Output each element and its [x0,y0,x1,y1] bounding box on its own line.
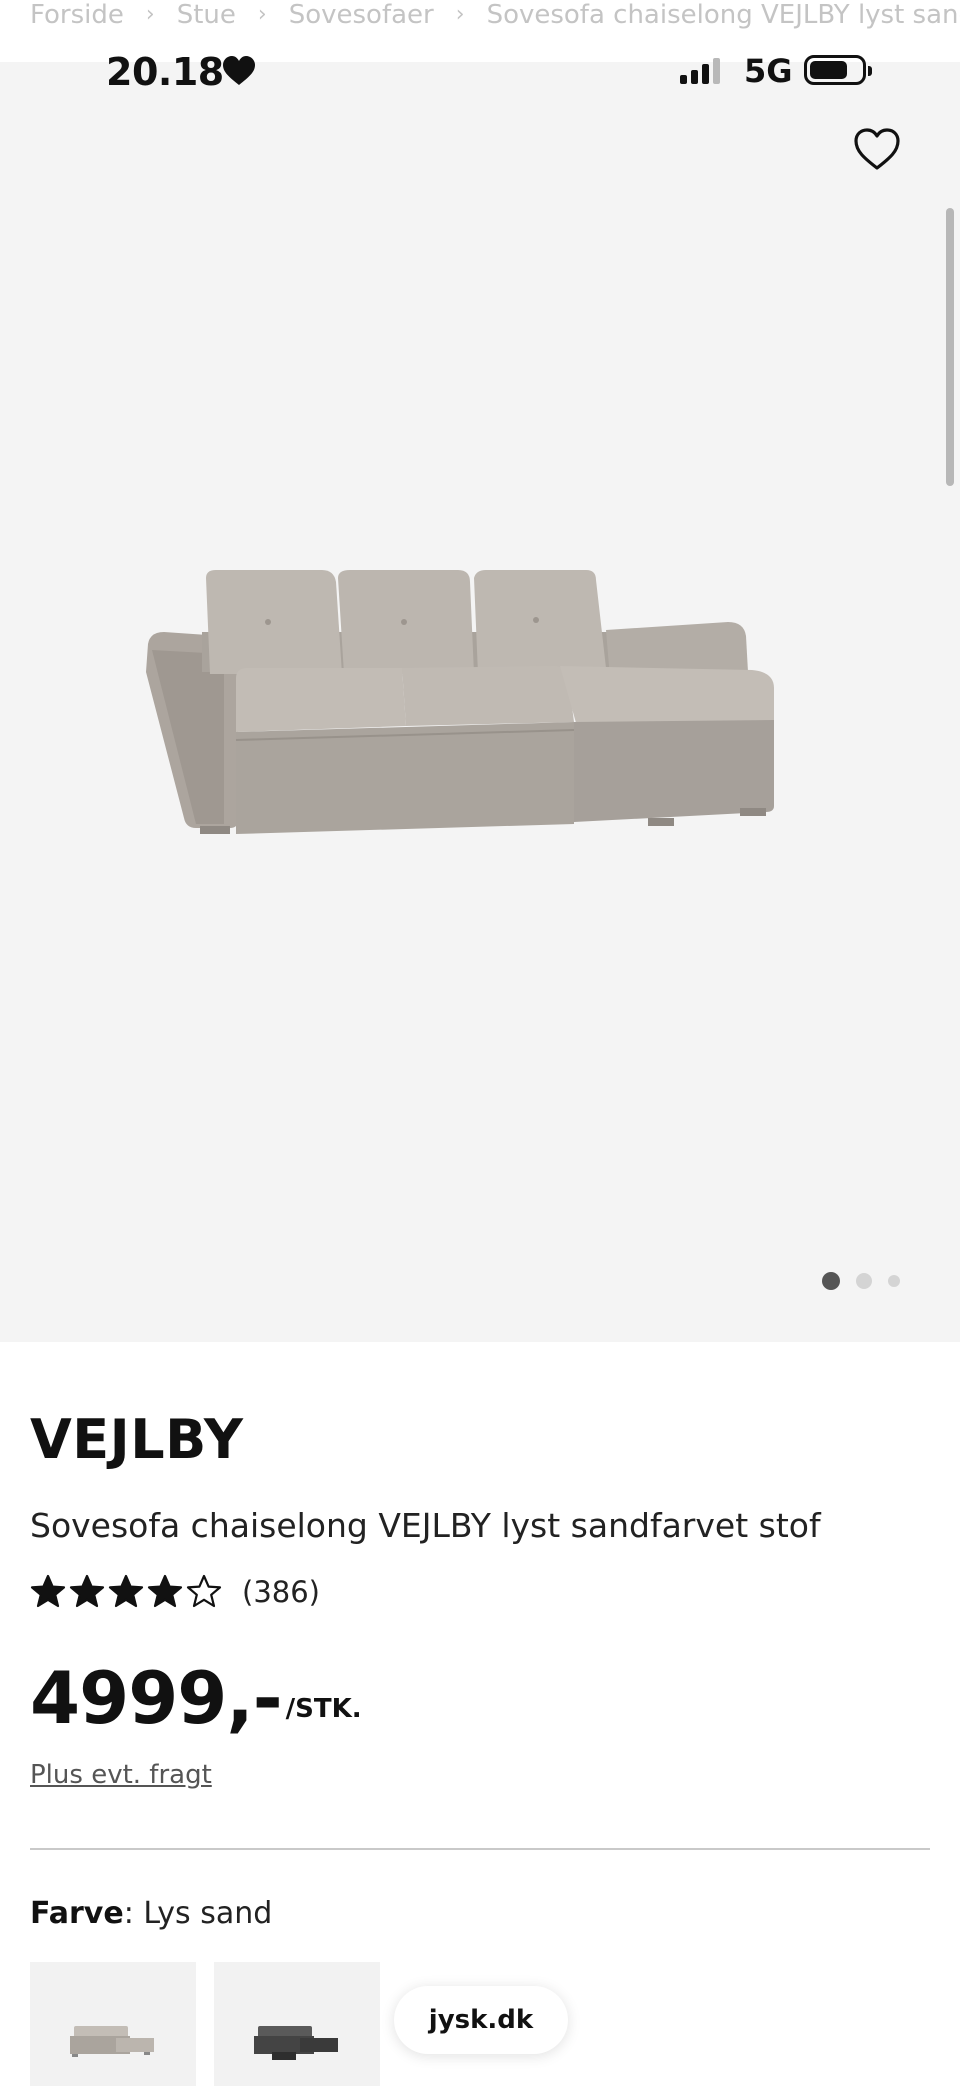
signal-icon [680,58,720,84]
breadcrumb-separator: › [455,2,465,27]
status-time: 20.18 [106,50,224,94]
shipping-link[interactable]: Plus evt. fragt [30,1760,212,1790]
breadcrumb-item-home[interactable]: Forside [30,0,124,30]
star-filled-icon [69,1574,105,1608]
rating-stars [30,1574,222,1610]
color-value: Lys sand [143,1896,273,1931]
heart-outline-icon [854,128,900,170]
sofa-product-image [146,570,774,834]
color-selection-label: Farve: Lys sand [30,1896,272,1931]
price-value: 4999,- [30,1656,283,1740]
scrollbar[interactable] [946,208,954,486]
sofa-thumbnail-light [70,2026,154,2057]
star-filled-icon [108,1574,144,1608]
price-unit: /STK. [285,1694,362,1724]
product-rating[interactable]: (386) [30,1574,320,1610]
star-filled-icon [147,1574,183,1608]
color-swatch-light-sand[interactable] [30,1962,196,2086]
divider [30,1848,930,1850]
breadcrumb-item-sofa-beds[interactable]: Sovesofaer [289,0,434,30]
breadcrumb-separator: › [145,2,155,27]
product-name: Sovesofa chaiselong VEJLBY lyst sandfarv… [30,1506,821,1545]
breadcrumb-item-current: Sovesofa chaiselong VEJLBY lyst sandfa [486,0,960,30]
breadcrumb-item-living-room[interactable]: Stue [177,0,236,30]
product-brand: VEJLBY [30,1408,244,1471]
gallery-dot[interactable] [888,1275,900,1287]
sofa-thumbnail-dark [254,2026,338,2060]
battery-icon [804,55,872,85]
review-count[interactable]: (386) [242,1575,320,1609]
color-label: Farve [30,1896,124,1931]
product-gallery[interactable] [0,62,960,1342]
breadcrumb-separator: › [257,2,267,27]
heart-icon [223,56,255,85]
gallery-dot-active[interactable] [822,1272,840,1290]
product-price: 4999,- /STK. [30,1658,362,1738]
color-separator: : [123,1896,144,1931]
status-bar: 20.18 5G [0,40,960,104]
color-swatch-dark-grey[interactable] [214,1962,380,2086]
gallery-dot[interactable] [856,1273,872,1289]
network-type: 5G [744,52,793,90]
browser-url-pill[interactable]: jysk.dk [394,1986,568,2054]
star-empty-icon [186,1574,222,1608]
gallery-pagination [822,1272,900,1290]
favorite-button[interactable] [852,126,902,172]
star-filled-icon [30,1574,66,1608]
